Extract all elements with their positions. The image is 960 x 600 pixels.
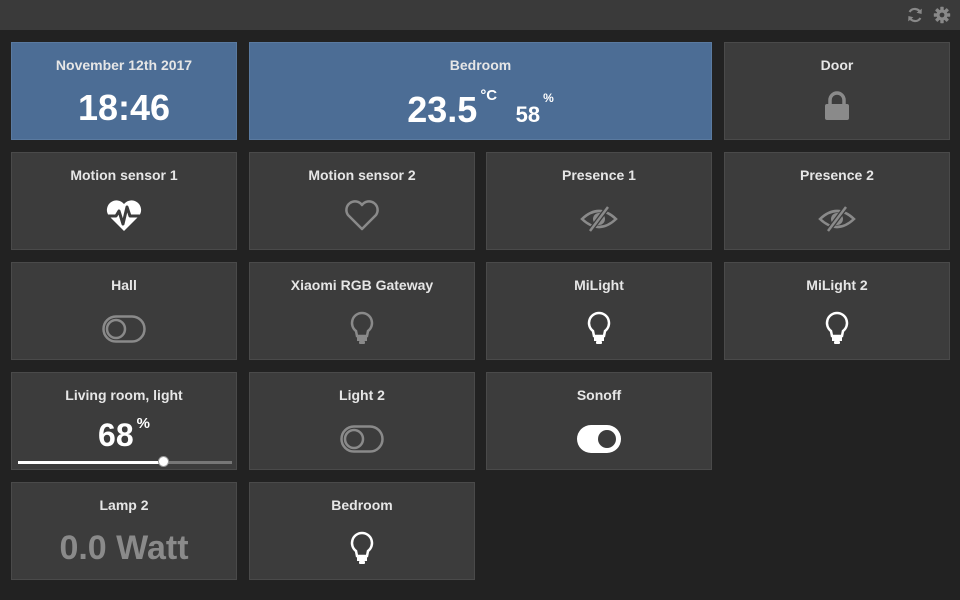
toggle-off-icon[interactable] (12, 315, 236, 343)
bulb-icon (725, 311, 949, 345)
tile-title: November 12th 2017 (55, 57, 193, 73)
temperature-value: 23.5 (407, 89, 478, 130)
lock-icon (725, 91, 949, 121)
eye-slash-icon (725, 205, 949, 233)
toggle-off-icon[interactable] (250, 425, 474, 453)
dimmer-percent: 68 (98, 417, 134, 453)
door-tile[interactable]: Door (724, 42, 950, 140)
sonoff-tile[interactable]: Sonoff (486, 372, 712, 470)
gear-icon[interactable] (933, 6, 951, 24)
tile-title: MiLight (574, 277, 624, 293)
climate-values: 23.5 °C 58% (250, 87, 711, 131)
tile-title: Motion sensor 2 (308, 167, 416, 183)
top-bar (0, 0, 960, 30)
tile-title: Xiaomi RGB Gateway (290, 277, 434, 293)
humidity-value: 58 (515, 102, 541, 127)
heart-pulse-icon (12, 199, 236, 233)
bulb-icon (250, 311, 474, 345)
hall-tile[interactable]: Hall (11, 262, 237, 360)
living-room-light-tile[interactable]: Living room, light 68% (11, 372, 237, 470)
heart-outline-icon (250, 199, 474, 233)
presence-1-tile[interactable]: Presence 1 (486, 152, 712, 250)
xiaomi-gateway-tile[interactable]: Xiaomi RGB Gateway (249, 262, 475, 360)
light-2-tile[interactable]: Light 2 (249, 372, 475, 470)
bedroom-light-tile[interactable]: Bedroom (249, 482, 475, 580)
eye-slash-icon (487, 205, 711, 233)
date-time-tile: November 12th 2017 18:46 (11, 42, 237, 140)
tile-title: Door (820, 57, 854, 73)
tile-title: Light 2 (339, 387, 385, 403)
tile-title: Living room, light (65, 387, 183, 403)
tile-title: Presence 2 (800, 167, 874, 183)
motion-sensor-1-tile[interactable]: Motion sensor 1 (11, 152, 237, 250)
clock-time: 18:46 (77, 87, 171, 128)
bulb-icon (487, 311, 711, 345)
tile-title: Lamp 2 (99, 497, 149, 513)
bedroom-climate-tile: Bedroom 23.5 °C 58% (249, 42, 712, 140)
presence-2-tile[interactable]: Presence 2 (724, 152, 950, 250)
brightness-slider[interactable] (18, 456, 232, 467)
toggle-on-icon[interactable] (487, 425, 711, 453)
slider-handle[interactable] (157, 456, 169, 467)
tile-title: Hall (111, 277, 137, 293)
tile-title: MiLight 2 (806, 277, 868, 293)
lamp-2-tile[interactable]: Lamp 2 0.0 Watt (11, 482, 237, 580)
slider-fill (18, 461, 164, 464)
humidity-unit: % (543, 91, 554, 105)
refresh-icon[interactable] (906, 6, 924, 24)
temperature-unit: °C (480, 87, 498, 104)
dimmer-unit: % (136, 415, 150, 432)
milight-tile[interactable]: MiLight (486, 262, 712, 360)
tile-title: Bedroom (331, 497, 393, 513)
milight-2-tile[interactable]: MiLight 2 (724, 262, 950, 360)
dimmer-value: 68% (12, 415, 236, 454)
tile-title: Bedroom (449, 57, 512, 73)
bulb-icon (250, 531, 474, 565)
motion-sensor-2-tile[interactable]: Motion sensor 2 (249, 152, 475, 250)
tile-title: Sonoff (576, 387, 622, 403)
tile-title: Motion sensor 1 (70, 167, 178, 183)
power-value: 0.0 Watt (59, 529, 189, 567)
tile-title: Presence 1 (562, 167, 636, 183)
